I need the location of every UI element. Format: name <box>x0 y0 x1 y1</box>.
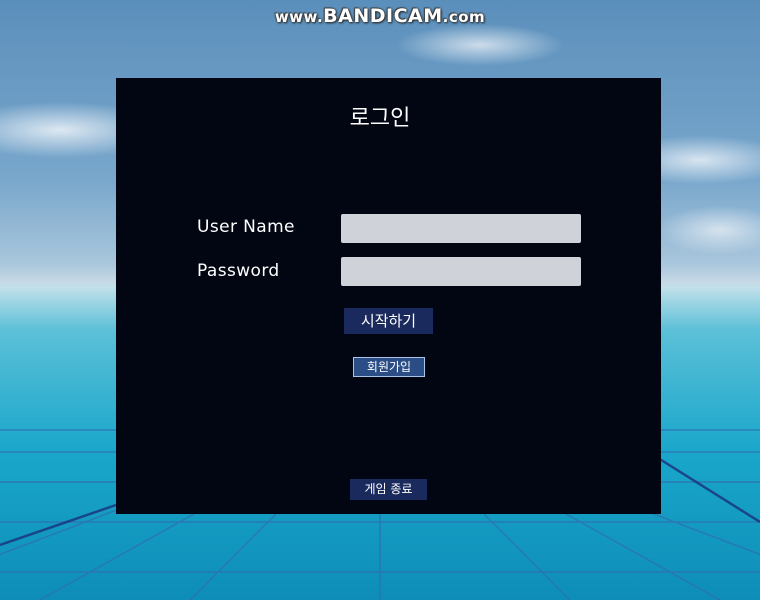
watermark-suffix: .com <box>442 8 486 26</box>
watermark-brand: BANDICAM <box>323 5 443 27</box>
start-button[interactable]: 시작하기 <box>344 308 433 334</box>
login-panel <box>116 78 661 514</box>
watermark-prefix: www. <box>274 8 324 26</box>
password-input[interactable] <box>341 257 581 286</box>
bandicam-watermark: www.BANDICAM.com <box>0 5 760 27</box>
login-title: 로그인 <box>349 106 411 131</box>
username-label: User Name <box>197 217 295 237</box>
exit-game-button[interactable]: 게임 종료 <box>350 479 427 500</box>
username-input[interactable] <box>341 214 581 243</box>
signup-button[interactable]: 회원가입 <box>353 357 425 377</box>
password-label: Password <box>197 261 280 281</box>
